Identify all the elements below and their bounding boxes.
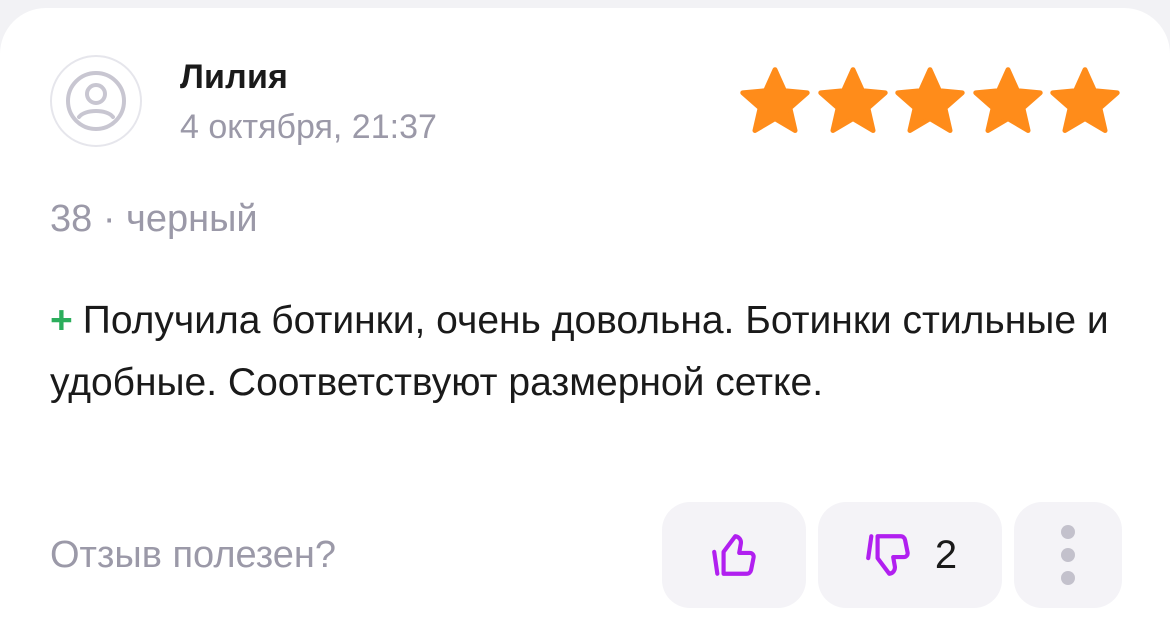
- star-icon: [740, 67, 810, 133]
- review-text: Получила ботинки, очень довольна. Ботинк…: [50, 299, 1109, 404]
- star-icon: [972, 67, 1043, 133]
- author-name: Лилия: [180, 58, 289, 96]
- review-text-block: + Получила ботинки, очень довольна. Ботин…: [50, 290, 1110, 414]
- star-icon: [895, 67, 965, 133]
- dislike-count: 2: [934, 532, 958, 577]
- thumbs-down-icon: [866, 534, 910, 576]
- star-icon: [817, 67, 888, 133]
- star-rating: [738, 66, 1122, 136]
- review-date: 4 октября, 21:37: [180, 108, 437, 146]
- dislike-button[interactable]: 2: [818, 502, 1002, 608]
- more-vertical-icon: [1061, 525, 1075, 585]
- like-button[interactable]: [662, 502, 806, 608]
- avatar: [50, 55, 142, 147]
- more-options-button[interactable]: [1014, 502, 1122, 608]
- sad-face-avatar-icon: [66, 71, 126, 131]
- thumbs-up-icon: [712, 534, 756, 576]
- helpful-question: Отзыв полезен?: [50, 534, 337, 576]
- product-variant: 38 · черный: [50, 198, 258, 240]
- review-card: Лилия 4 октября, 21:37 38 · черный + Полу…: [0, 8, 1170, 624]
- plus-marker: +: [50, 299, 73, 342]
- star-icon: [1050, 67, 1120, 133]
